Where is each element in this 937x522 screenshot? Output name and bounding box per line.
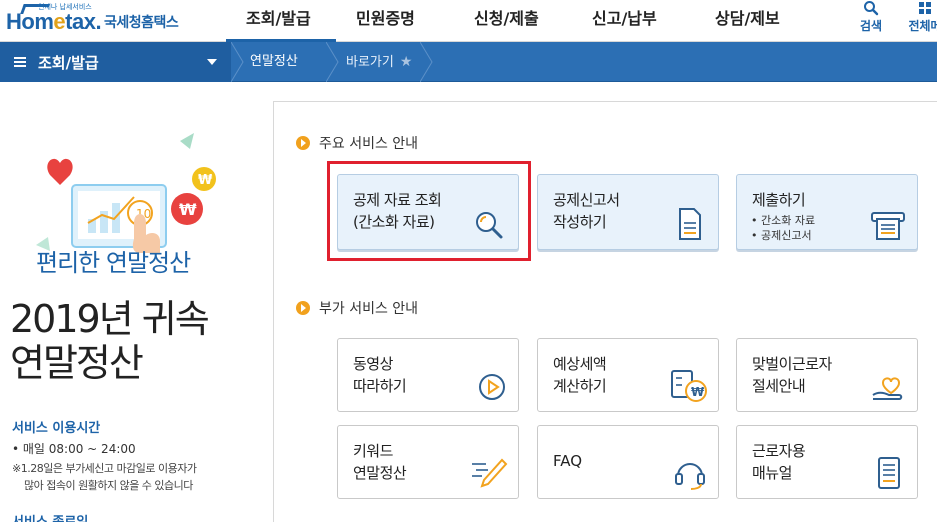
- star-icon[interactable]: ★: [400, 42, 413, 82]
- document-icon: [679, 208, 701, 240]
- card-bullet: • 공제신고서: [751, 229, 812, 242]
- extra-services-title: 부가 서비스 안내: [319, 301, 419, 317]
- hometax-logo[interactable]: 언제나 납세서비스 Hometax. 국세청홈택스: [4, 2, 194, 40]
- breadcrumb-separator-icon: [420, 42, 433, 82]
- card-label: 따라하기: [353, 377, 407, 395]
- card-label: 연말정산: [353, 464, 407, 482]
- all-menu-button[interactable]: 전체메: [905, 0, 937, 42]
- highlight-box: [327, 161, 531, 261]
- service-time-title: 서비스 이용시간: [12, 421, 101, 436]
- search-button[interactable]: 검색: [851, 0, 891, 42]
- card-deduction-form[interactable]: 공제신고서 작성하기: [537, 174, 719, 250]
- breadcrumb-shortcut[interactable]: 바로가기 ★: [346, 42, 412, 82]
- card-faq[interactable]: FAQ: [537, 425, 719, 499]
- card-bullet: • 간소화 자료: [751, 214, 816, 227]
- play-bullet-icon: [296, 136, 310, 150]
- promo-panel: 10 ₩ ₩ 편리한 연말정산 2019년 귀속 연말정산 서비스 이용시간 •…: [0, 83, 272, 522]
- card-label: 절세안내: [752, 377, 806, 395]
- menu-dropdown-label: 조회/발급: [38, 53, 99, 72]
- grid-icon: [919, 2, 931, 14]
- menu-dropdown[interactable]: 조회/발급: [0, 42, 231, 82]
- location-bar: 조회/발급 연말정산 바로가기 ★: [0, 42, 937, 82]
- hamburger-icon: [14, 57, 26, 67]
- promo-title: 2019년 귀속 연말정산: [10, 297, 210, 385]
- service-time: • 매일 08:00 ~ 24:00: [12, 442, 136, 456]
- play-icon: [479, 374, 505, 400]
- logo-korean-name: 국세청홈택스: [104, 15, 179, 31]
- calculator-icon: ₩: [671, 370, 707, 402]
- card-label: 매뉴얼: [752, 464, 792, 482]
- card-label: 계산하기: [553, 377, 607, 395]
- card-dual-income[interactable]: 맞벌이근로자 절세안내: [736, 338, 918, 412]
- card-video-guide[interactable]: 동영상 따라하기: [337, 338, 519, 412]
- svg-text:₩: ₩: [198, 173, 213, 188]
- svg-text:₩: ₩: [179, 200, 197, 219]
- nav-item-filing[interactable]: 신고/납부: [572, 0, 695, 42]
- manual-icon: [878, 457, 900, 489]
- heart-hand-icon: [872, 377, 903, 400]
- card-label: 근로자용: [752, 442, 806, 460]
- promo-subtitle: 편리한 연말정산: [36, 249, 191, 277]
- svg-text:₩: ₩: [691, 385, 705, 399]
- search-icon: [864, 1, 879, 16]
- logo-wordmark: Hometax.: [6, 9, 102, 34]
- pencil-icon: [472, 458, 508, 488]
- card-tax-estimate[interactable]: 예상세액 계산하기 ₩: [537, 338, 719, 412]
- breadcrumb-year-end[interactable]: 연말정산: [250, 42, 298, 82]
- nav-item-consult[interactable]: 상담/제보: [695, 0, 818, 42]
- caret-down-icon: [207, 59, 217, 65]
- card-label: 예상세액: [553, 355, 607, 373]
- all-menu-label: 전체메: [908, 19, 937, 33]
- service-note: ※1.28일은 부가세신고 마감일로 이용자가 많아 접속이 원활하지 않을 수…: [12, 462, 197, 492]
- top-header: 언제나 납세서비스 Hometax. 국세청홈택스 조회/발급 민원증명 신청/…: [0, 0, 937, 42]
- global-nav: 조회/발급 민원증명 신청/제출 신고/납부 상담/제보: [226, 0, 818, 42]
- main-services-title: 주요 서비스 안내: [319, 136, 419, 152]
- card-manual[interactable]: 근로자용 매뉴얼: [736, 425, 918, 499]
- card-submit[interactable]: 제출하기 • 간소화 자료 • 공제신고서: [736, 174, 918, 250]
- printer-icon: [871, 212, 905, 240]
- breadcrumb-separator-icon: [231, 42, 244, 82]
- card-label: 키워드: [353, 442, 393, 460]
- nav-item-application[interactable]: 신청/제출: [454, 0, 572, 42]
- card-label: 동영상: [353, 355, 393, 373]
- card-label: 맞벌이근로자: [752, 355, 832, 373]
- headset-icon: [675, 463, 705, 490]
- computer-chart-illustration: 10 ₩ ₩: [36, 133, 216, 253]
- card-label: 작성하기: [553, 213, 607, 231]
- search-label: 검색: [859, 19, 883, 33]
- extra-services-heading: 부가 서비스 안내: [296, 298, 418, 318]
- card-label: FAQ: [553, 452, 583, 470]
- card-label: 공제신고서: [553, 191, 620, 209]
- card-label: 제출하기: [752, 191, 806, 209]
- card-keyword[interactable]: 키워드 연말정산: [337, 425, 519, 499]
- play-bullet-icon: [296, 301, 310, 315]
- nav-item-inquiry[interactable]: 조회/발급: [226, 0, 336, 42]
- breadcrumb-separator-icon: [326, 42, 339, 82]
- nav-item-certificate[interactable]: 민원증명: [336, 0, 454, 42]
- service-end-title: 서비스 종료일: [12, 511, 88, 522]
- main-services-heading: 주요 서비스 안내: [296, 133, 418, 153]
